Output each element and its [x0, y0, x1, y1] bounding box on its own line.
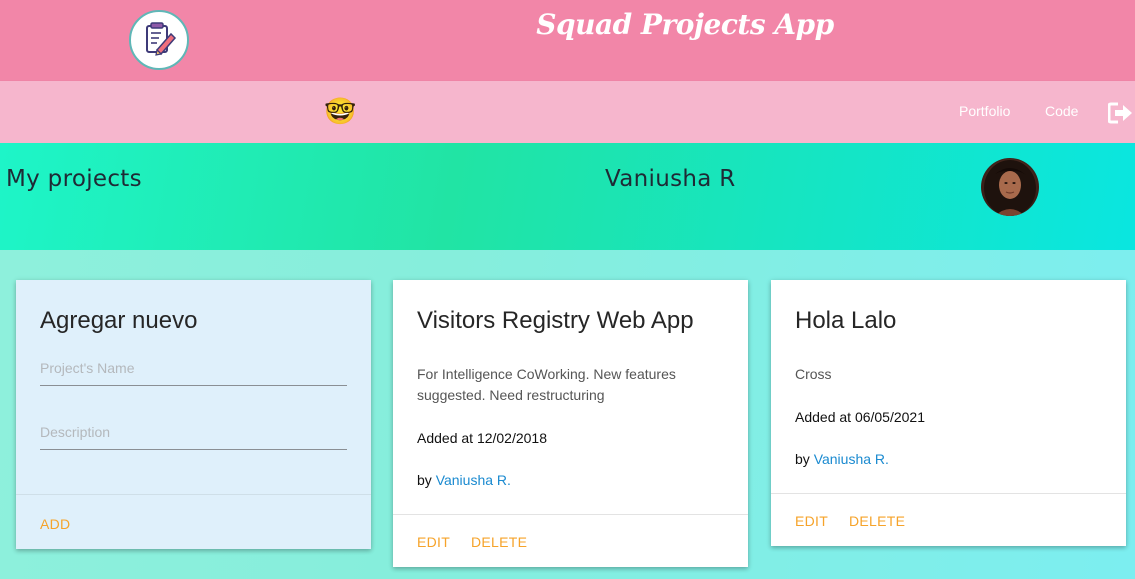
author-link[interactable]: Vaniusha R.	[436, 472, 511, 488]
user-name: Vaniusha R	[605, 166, 736, 192]
project-title: Hola Lalo	[795, 307, 897, 334]
card-title: Agregar nuevo	[40, 307, 198, 334]
project-card: Hola Lalo Cross Added at 06/05/2021 by V…	[771, 280, 1126, 546]
card-divider	[393, 514, 748, 515]
hero-banner: My projects Vaniusha R	[0, 143, 1135, 250]
project-description: Cross	[795, 366, 832, 382]
new-project-card: Agregar nuevo ADD	[16, 280, 371, 549]
delete-button[interactable]: DELETE	[849, 513, 905, 529]
nav-bar: 🤓 Portfolio Code	[0, 81, 1135, 143]
project-author: by Vaniusha R.	[795, 451, 889, 467]
by-label: by	[417, 472, 432, 488]
project-description: For Intelligence CoWorking. New features…	[417, 366, 676, 403]
nav-link-code[interactable]: Code	[1045, 103, 1078, 119]
top-header: Squad Projects App	[0, 0, 1135, 81]
nav-link-portfolio[interactable]: Portfolio	[959, 103, 1010, 119]
app-title: Squad Projects App	[536, 8, 834, 41]
page-title: My projects	[6, 166, 142, 192]
project-card: Visitors Registry Web App For Intelligen…	[393, 280, 748, 567]
avatar[interactable]	[981, 158, 1039, 216]
delete-button[interactable]: DELETE	[471, 534, 527, 550]
by-label: by	[795, 451, 810, 467]
project-title: Visitors Registry Web App	[417, 307, 694, 334]
edit-button[interactable]: EDIT	[417, 534, 450, 550]
notepad-pencil-icon[interactable]	[129, 10, 189, 70]
add-button[interactable]: ADD	[40, 516, 70, 532]
sign-out-icon[interactable]	[1107, 102, 1134, 124]
project-date: Added at 06/05/2021	[795, 409, 926, 425]
card-divider	[771, 493, 1126, 494]
author-link[interactable]: Vaniusha R.	[814, 451, 889, 467]
edit-button[interactable]: EDIT	[795, 513, 828, 529]
description-input[interactable]	[40, 414, 347, 450]
nerd-face-icon: 🤓	[324, 97, 357, 127]
project-date: Added at 12/02/2018	[417, 430, 548, 446]
project-author: by Vaniusha R.	[417, 472, 511, 488]
project-name-input[interactable]	[40, 350, 347, 386]
card-divider	[16, 494, 371, 495]
